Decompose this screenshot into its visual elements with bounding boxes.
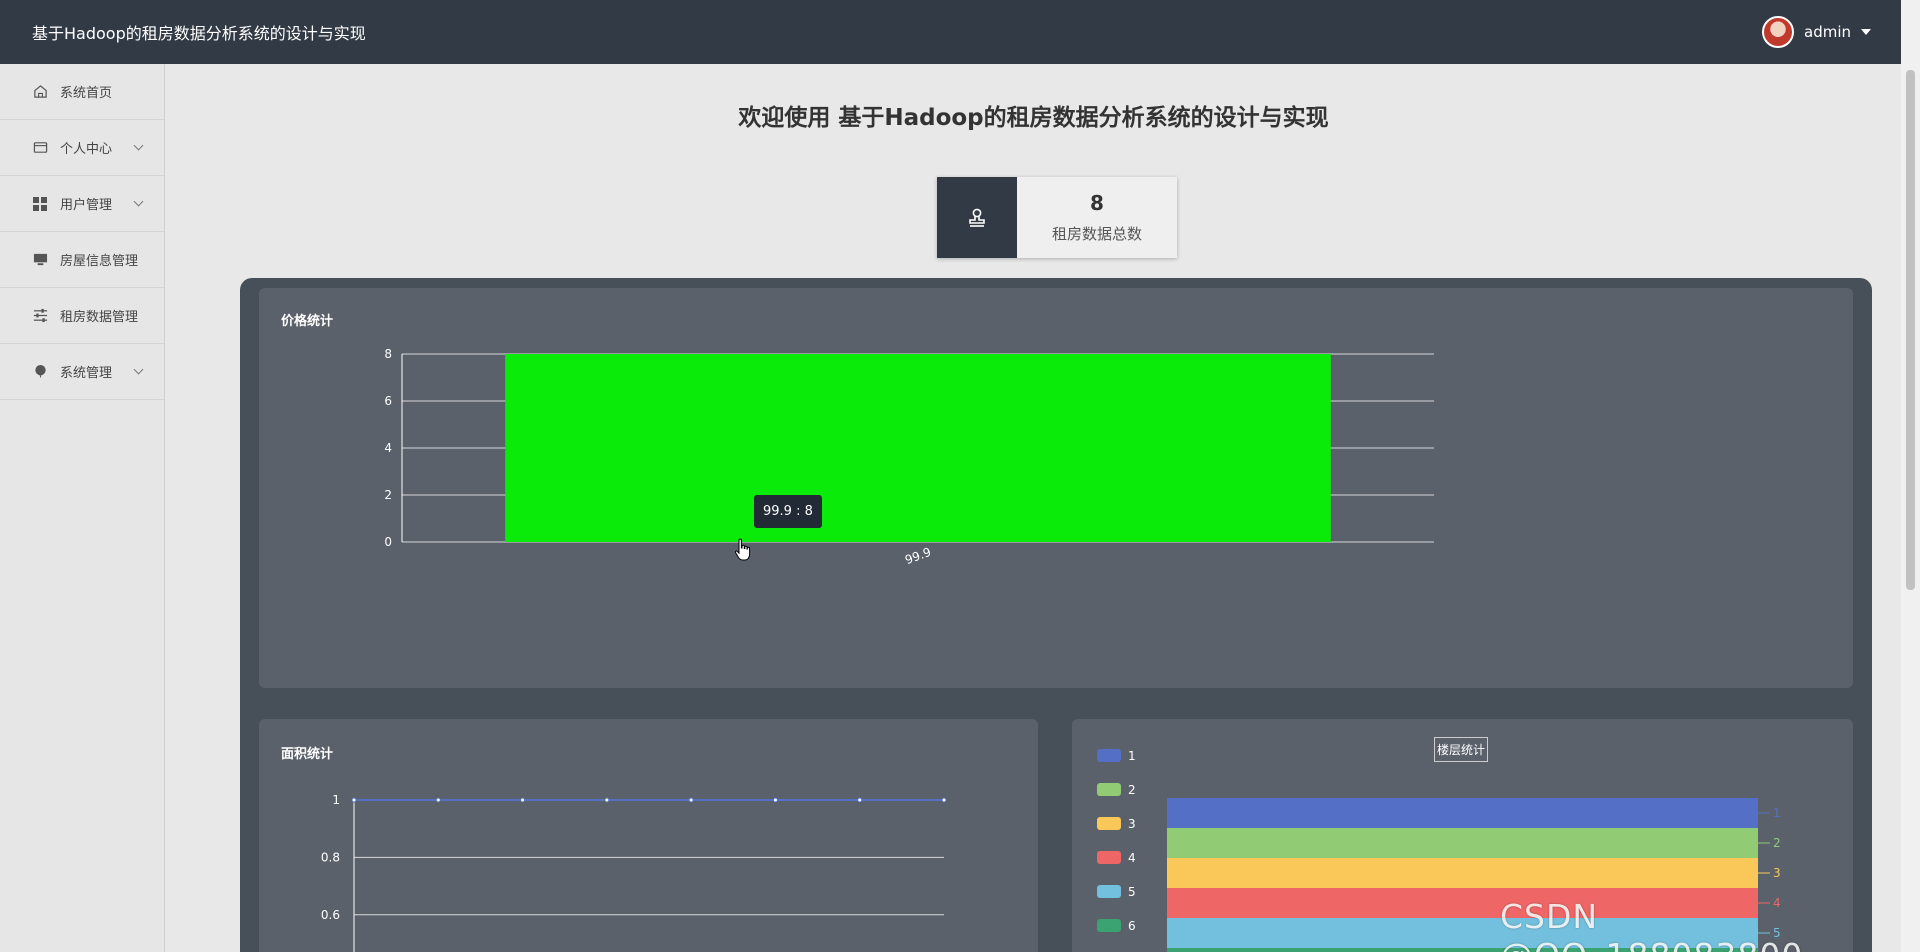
y-tick-label: 6 — [384, 394, 392, 408]
caret-down-icon[interactable] — [1861, 29, 1871, 35]
legend-label: 4 — [1128, 851, 1136, 865]
data-point — [772, 797, 778, 803]
area-chart-panel: 面积统计 0.40.60.81 — [259, 719, 1038, 952]
monitor-icon — [32, 252, 48, 268]
sidebar-item-home[interactable]: 系统首页 — [0, 64, 164, 120]
wallet-icon — [32, 140, 48, 156]
stack-segment — [1167, 798, 1758, 828]
stamp-icon — [937, 177, 1017, 258]
dashboard-panel: 价格统计 0246899.9 面积统计 0.40.60.81 楼层统计 1234… — [240, 278, 1872, 952]
y-tick-label: 0.6 — [321, 908, 340, 922]
sidebar-item-user-management[interactable]: 用户管理 — [0, 176, 164, 232]
price-chart: 0 2 4 6 8 99.9 — [384, 347, 1434, 567]
sidebar-item-label: 系统管理 — [60, 366, 113, 381]
sidebar-item-personal-center[interactable]: 个人中心 — [0, 120, 164, 176]
data-point — [351, 797, 357, 803]
welcome-title: 欢迎使用 基于Hadoop的租房数据分析系统的设计与实现 — [738, 105, 1329, 131]
stat-card: 8 租房数据总数 — [937, 177, 1177, 258]
legend-label: 1 — [1128, 749, 1136, 763]
legend-swatch — [1097, 783, 1121, 796]
sidebar: 系统首页 个人中心 用户管理 房屋信息管理 租房数据管理 系统管理 — [0, 64, 165, 952]
legend-label: 5 — [1128, 885, 1136, 899]
y-tick-label: 0.8 — [321, 850, 340, 864]
y-tick-label: 0 — [384, 535, 392, 549]
data-point — [435, 797, 441, 803]
sidebar-item-rental-data[interactable]: 租房数据管理 — [0, 288, 164, 344]
user-menu[interactable]: admin — [1762, 16, 1871, 48]
segment-label: 3 — [1773, 866, 1781, 880]
data-point — [520, 797, 526, 803]
page-scrollbar[interactable] — [1901, 0, 1920, 952]
home-icon — [32, 84, 48, 100]
legend-swatch — [1097, 885, 1121, 898]
y-tick-label: 2 — [384, 488, 392, 502]
legend-label: 3 — [1128, 817, 1136, 831]
data-point — [857, 797, 863, 803]
avatar[interactable] — [1762, 16, 1794, 48]
legend-swatch — [1097, 749, 1121, 762]
username[interactable]: admin — [1804, 23, 1851, 41]
legend-label: 2 — [1128, 783, 1136, 797]
legend-label: 6 — [1128, 919, 1136, 933]
sidebar-item-system-management[interactable]: 系统管理 — [0, 344, 164, 400]
data-point — [941, 797, 947, 803]
top-bar: 基于Hadoop的租房数据分析系统的设计与实现 admin — [0, 0, 1901, 64]
y-tick-label: 1 — [332, 793, 340, 807]
hand-cursor-icon — [734, 538, 751, 561]
stack-segment — [1167, 858, 1758, 888]
legend-swatch — [1097, 851, 1121, 864]
sidebar-item-label: 租房数据管理 — [60, 310, 139, 325]
sidebar-item-label: 用户管理 — [60, 198, 113, 213]
stat-body: 8 租房数据总数 — [1017, 177, 1177, 258]
stat-label: 租房数据总数 — [1051, 225, 1142, 243]
segment-label: 1 — [1773, 806, 1781, 820]
sidebar-item-label: 房屋信息管理 — [60, 254, 139, 269]
main-content: 欢迎使用 基于Hadoop的租房数据分析系统的设计与实现 8 租房数据总数 价格… — [166, 64, 1901, 952]
chevron-down-icon — [133, 140, 144, 151]
watermark: CSDN @QQ_188083800 — [1500, 897, 1802, 952]
segment-label: 2 — [1773, 836, 1781, 850]
stat-value: 8 — [1090, 191, 1104, 215]
y-tick-label: 4 — [384, 441, 392, 455]
legend-swatch — [1097, 919, 1121, 932]
app-title: 基于Hadoop的租房数据分析系统的设计与实现 — [32, 24, 366, 43]
bar — [505, 354, 1331, 542]
chevron-down-icon — [133, 196, 144, 207]
area-chart: 0.40.60.81 — [321, 793, 947, 952]
balloon-icon — [32, 364, 48, 380]
sidebar-item-label: 系统首页 — [60, 86, 113, 101]
sidebar-item-label: 个人中心 — [60, 142, 113, 157]
price-chart-panel: 价格统计 0 2 4 6 8 99.9 — [259, 288, 1853, 688]
chevron-down-icon — [133, 364, 144, 375]
sidebar-item-house-info[interactable]: 房屋信息管理 — [0, 232, 164, 288]
chart-tooltip: 99.9 : 8 — [754, 495, 822, 528]
y-tick-label: 8 — [384, 347, 392, 361]
scrollbar-thumb[interactable] — [1906, 70, 1915, 590]
data-point — [604, 797, 610, 803]
grid-icon — [32, 196, 48, 212]
sliders-icon — [32, 308, 48, 324]
data-point — [688, 797, 694, 803]
legend-swatch — [1097, 817, 1121, 830]
stack-segment — [1167, 828, 1758, 858]
x-tick-label: 99.9 — [903, 545, 933, 567]
